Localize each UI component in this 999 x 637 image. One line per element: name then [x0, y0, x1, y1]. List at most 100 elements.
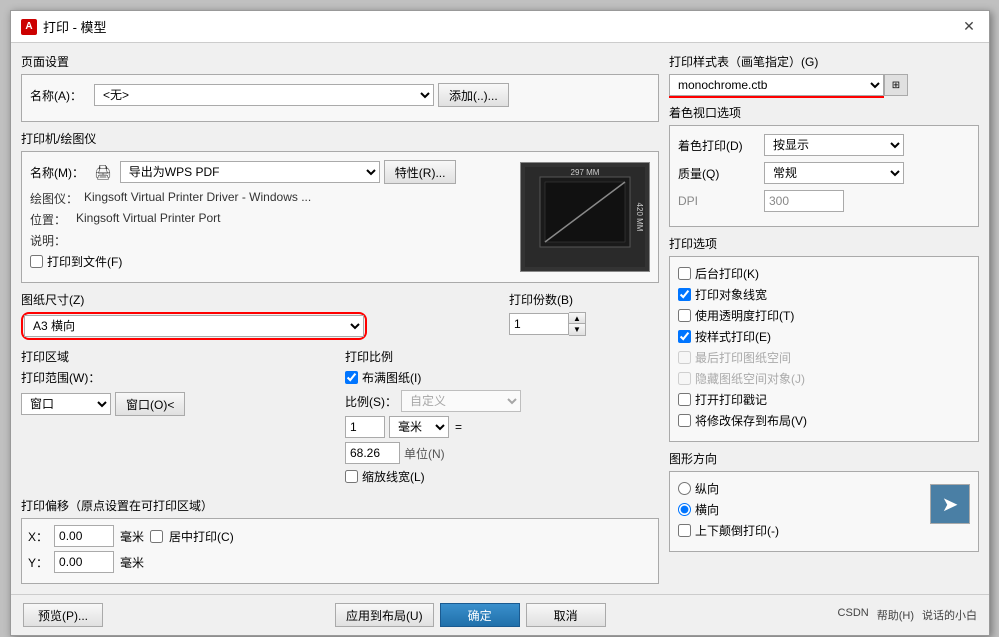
paper-size-section: 图纸尺寸(Z) A3 横向 [21, 291, 499, 340]
scale-label: 比例(S)： [345, 393, 397, 410]
upside-down-row: 上下颠倒打印(-) [678, 522, 922, 539]
orientation-with-icon: 纵向 横向 上下颠倒打印(-) ➤ [678, 480, 970, 543]
scale-unit-label: 单位(N) [404, 445, 445, 462]
portrait-label: 纵向 [695, 480, 719, 497]
fill-paper-label: 布满图纸(I) [362, 369, 421, 386]
bg-print-label: 后台打印(K) [695, 265, 759, 282]
location-row: 位置： Kingsoft Virtual Printer Port [30, 211, 500, 228]
dpi-row: DPI [678, 190, 970, 212]
dialog-body: 页面设置 名称(A)： <无> 添加(..)... 打印机/绘图仪 名称(M)： [11, 43, 989, 594]
transparency-checkbox[interactable] [678, 309, 691, 322]
footer-right: 应用到布局(U) 确定 取消 [335, 603, 606, 627]
orientation-section: 图形方向 纵向 横向 [669, 450, 979, 552]
printer-name-row: 名称(M)： 🖨 导出为WPS PDF 特性(R)... [30, 160, 500, 184]
print-style-title: 打印样式表（画笔指定）(G) [669, 53, 979, 70]
scale-unit-select[interactable]: 毫米 [389, 416, 449, 438]
quality-label: 质量(Q) [678, 165, 758, 182]
style-print-label: 按样式打印(E) [695, 328, 771, 345]
preview-button[interactable]: 预览(P)... [23, 603, 103, 627]
dpi-label: DPI [678, 194, 758, 208]
scale-unit-input[interactable] [345, 442, 400, 464]
zoom-linewidth-label: 缩放线宽(L) [362, 468, 425, 485]
preview-svg: 297 MM 420 MM [525, 167, 645, 267]
footer-links: CSDN 帮助(H) 说话的小白 [838, 607, 977, 623]
scale-value-input[interactable] [345, 416, 385, 438]
paper-preview: 297 MM 420 MM [520, 162, 650, 272]
portrait-row: 纵向 [678, 480, 922, 497]
print-stamp-label: 打开打印戳记 [695, 391, 767, 408]
print-offset-box: X： 毫米 居中打印(C) Y： 毫米 [21, 518, 659, 584]
upside-down-label: 上下颠倒打印(-) [695, 522, 779, 539]
plotter-row: 绘图仪： Kingsoft Virtual Printer Driver - W… [30, 190, 500, 207]
center-print-checkbox[interactable] [150, 530, 163, 543]
title-bar-left: A 打印 - 模型 [21, 17, 107, 36]
cancel-button[interactable]: 取消 [526, 603, 606, 627]
help-link[interactable]: 帮助(H) [877, 607, 914, 623]
y-input[interactable] [54, 551, 114, 573]
print-area-section: 打印区域 打印范围(W)： 窗口 窗口(O)< [21, 348, 335, 489]
landscape-label: 横向 [695, 501, 719, 518]
style-underline-decoration [669, 96, 884, 98]
print-linewidth-checkbox[interactable] [678, 288, 691, 301]
paper-size-select[interactable]: A3 横向 [24, 315, 364, 337]
quality-select[interactable]: 常规 [764, 162, 904, 184]
preview-height-label: 420 MM [635, 203, 644, 232]
upside-down-checkbox[interactable] [678, 524, 691, 537]
copies-down-button[interactable]: ▼ [569, 324, 585, 335]
description-row: 说明： [30, 232, 500, 249]
title-bar: A 打印 - 模型 ✕ [11, 11, 989, 43]
option-hide-objects: 隐藏图纸空间对象(J) [678, 370, 970, 387]
color-print-select[interactable]: 按显示 [764, 134, 904, 156]
fill-paper-checkbox[interactable] [345, 371, 358, 384]
transparency-label: 使用透明度打印(T) [695, 307, 794, 324]
add-button[interactable]: 添加(..)... [438, 83, 509, 107]
footer-left: 预览(P)... [23, 603, 103, 627]
print-to-file-checkbox[interactable] [30, 255, 43, 268]
copies-up-button[interactable]: ▲ [569, 313, 585, 324]
option-last-paper: 最后打印图纸空间 [678, 349, 970, 366]
save-layout-checkbox[interactable] [678, 414, 691, 427]
scale-value-row: 毫米 = [345, 416, 659, 438]
paper-size-label: 图纸尺寸(Z) [21, 291, 499, 308]
print-range-control-row: 窗口 窗口(O)< [21, 392, 335, 416]
print-stamp-checkbox[interactable] [678, 393, 691, 406]
zoom-linewidth-checkbox[interactable] [345, 470, 358, 483]
scale-row: 比例(S)： 自定义 [345, 390, 659, 412]
printer-props-button[interactable]: 特性(R)... [384, 160, 457, 184]
landscape-radio[interactable] [678, 503, 691, 516]
close-button[interactable]: ✕ [959, 17, 979, 37]
page-setup-select[interactable]: <无> [94, 84, 434, 106]
window-button[interactable]: 窗口(O)< [115, 392, 185, 416]
author-link[interactable]: 说话的小白 [922, 607, 977, 623]
print-style-section: monochrome.ctb ⊞ [669, 74, 979, 96]
print-offset-title: 打印偏移（原点设置在可打印区域） [21, 497, 659, 514]
copies-input[interactable] [509, 313, 569, 335]
print-copies-section: 打印份数(B) ▲ ▼ [509, 291, 659, 340]
print-range-select[interactable]: 窗口 [21, 393, 111, 415]
scale-select: 自定义 [401, 390, 521, 412]
ok-button[interactable]: 确定 [440, 603, 520, 627]
hide-objects-checkbox [678, 372, 691, 385]
x-input[interactable] [54, 525, 114, 547]
color-print-row: 着色打印(D) 按显示 [678, 134, 970, 156]
orientation-arrow-icon: ➤ [930, 484, 970, 524]
color-window-title: 着色视口选项 [669, 104, 979, 121]
apply-layout-button[interactable]: 应用到布局(U) [335, 603, 434, 627]
zoom-linewidth-row: 缩放线宽(L) [345, 468, 659, 485]
page-setup-label: 页面设置 [21, 53, 659, 70]
bg-print-checkbox[interactable] [678, 267, 691, 280]
location-value: Kingsoft Virtual Printer Port [76, 211, 221, 228]
plotter-label: 绘图仪： [30, 190, 78, 207]
printer-name-select[interactable]: 导出为WPS PDF [120, 161, 380, 183]
csdn-link[interactable]: CSDN [838, 607, 869, 623]
style-print-checkbox[interactable] [678, 330, 691, 343]
name-label: 名称(A)： [30, 87, 90, 104]
printer-name-label: 名称(M)： [30, 164, 90, 181]
dpi-input [764, 190, 844, 212]
printer-section: 名称(M)： 🖨 导出为WPS PDF 特性(R)... 绘图仪： Kingso… [21, 151, 659, 283]
orientation-title: 图形方向 [669, 450, 979, 467]
portrait-radio[interactable] [678, 482, 691, 495]
print-scale-title: 打印比例 [345, 348, 659, 365]
print-style-select[interactable]: monochrome.ctb [669, 74, 884, 96]
style-color-button[interactable]: ⊞ [884, 74, 908, 96]
